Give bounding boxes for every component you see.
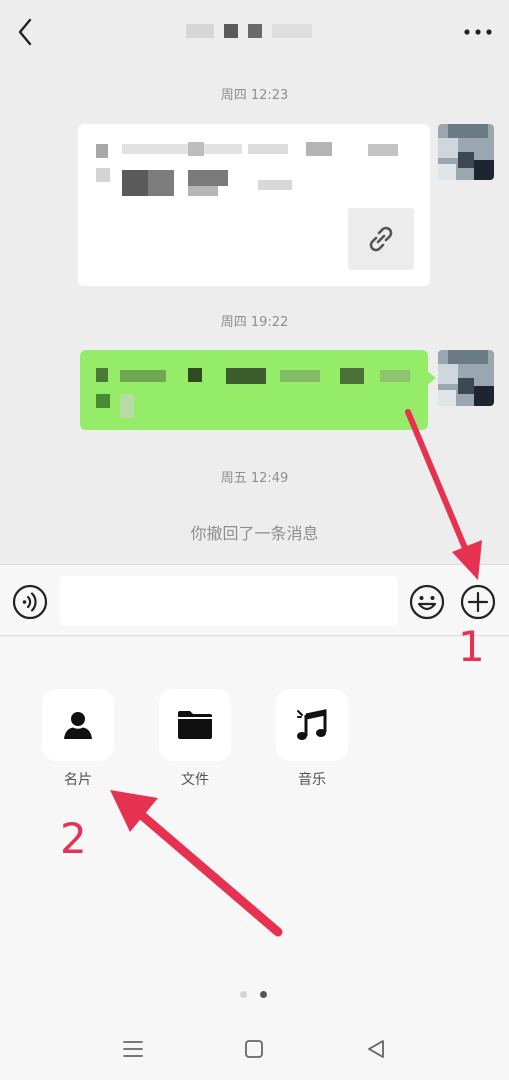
sent-text-message[interactable]	[80, 350, 428, 430]
menu-nav-button[interactable]	[121, 1037, 145, 1061]
tool-icon-box	[42, 689, 114, 761]
back-button[interactable]	[12, 14, 40, 50]
system-nav-bar	[0, 1017, 509, 1080]
tool-icon-box	[276, 689, 348, 761]
page-indicator	[240, 991, 267, 998]
home-nav-button[interactable]	[242, 1037, 266, 1061]
back-nav-button[interactable]	[364, 1037, 388, 1061]
music-button[interactable]: 音乐	[276, 689, 348, 789]
contact-card-button[interactable]: 名片	[42, 689, 114, 789]
tool-label: 音乐	[298, 772, 326, 788]
contact-card-icon	[64, 712, 92, 739]
tool-label: 文件	[181, 772, 209, 788]
page-dot-active[interactable]	[260, 991, 267, 998]
file-button[interactable]: 文件	[159, 689, 231, 789]
plus-circle-icon	[460, 584, 496, 620]
tool-label: 名片	[64, 772, 92, 788]
recall-notice: 你撤回了一条消息	[190, 524, 319, 543]
chat-header	[0, 0, 509, 64]
page-dot[interactable]	[240, 991, 247, 998]
message-input[interactable]	[60, 576, 398, 626]
my-avatar[interactable]	[438, 124, 494, 180]
triangle-back-icon	[368, 1040, 384, 1058]
link-thumbnail	[348, 208, 414, 270]
tool-icon-box	[159, 689, 231, 761]
timestamp: 周五 12:49	[220, 471, 289, 486]
chat-title-blurred	[186, 24, 312, 40]
emoji-button[interactable]	[409, 584, 445, 620]
more-button[interactable]	[461, 18, 495, 46]
plus-button[interactable]	[460, 584, 496, 620]
input-bar	[0, 564, 509, 636]
music-icon	[297, 709, 327, 740]
square-icon	[245, 1040, 263, 1058]
more-dots-icon	[464, 29, 492, 35]
step-number-2: 2	[60, 814, 87, 863]
emoji-icon	[409, 584, 445, 620]
menu-icon	[123, 1041, 143, 1057]
link-icon	[369, 226, 393, 252]
timestamp: 周四 19:22	[220, 315, 289, 330]
folder-icon	[178, 711, 212, 739]
chevron-left-icon	[18, 18, 32, 46]
voice-button[interactable]	[12, 584, 48, 620]
arrow-to-plus	[405, 409, 482, 580]
step-number-1: 1	[458, 622, 485, 671]
bubble-tail	[426, 370, 436, 386]
my-avatar[interactable]	[438, 350, 494, 406]
voice-icon	[12, 584, 48, 620]
link-card-message[interactable]	[78, 124, 430, 286]
timestamp: 周四 12:23	[220, 88, 289, 103]
